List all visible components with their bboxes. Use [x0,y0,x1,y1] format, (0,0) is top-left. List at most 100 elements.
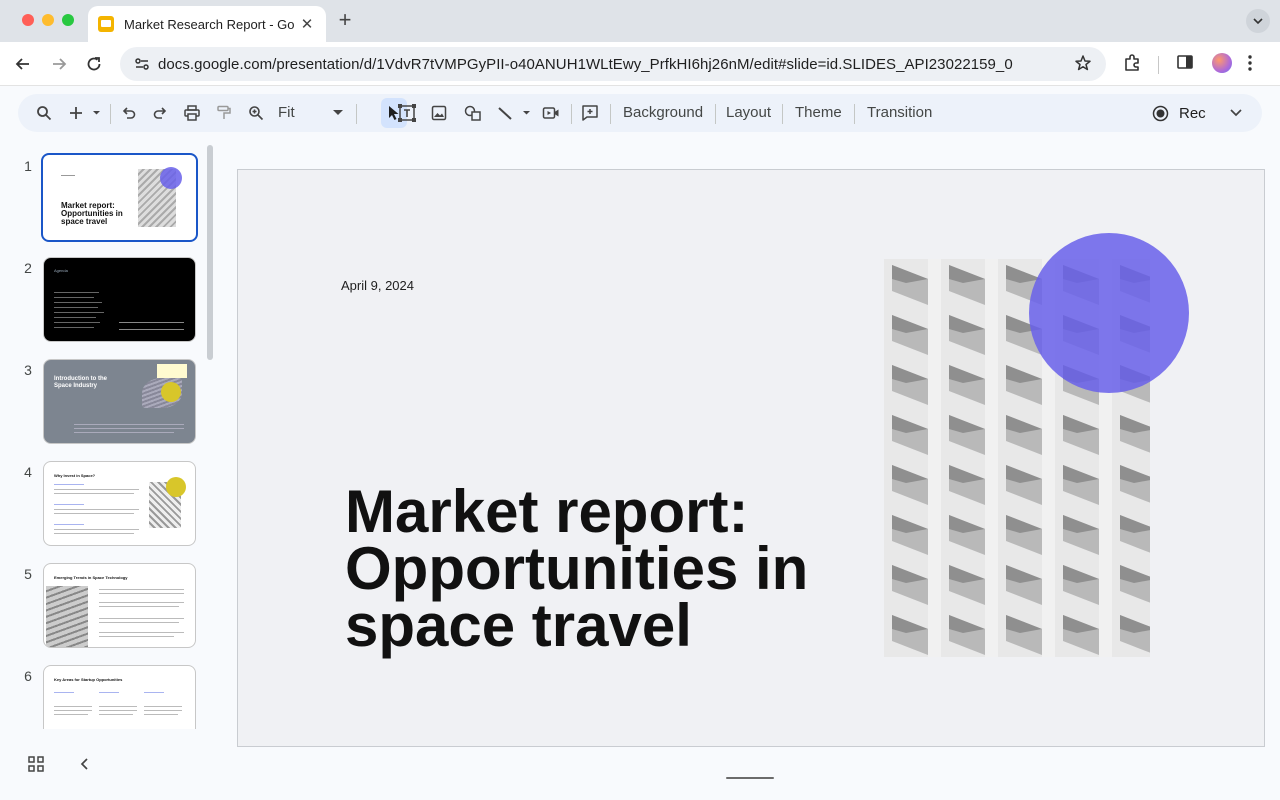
site-settings-icon[interactable] [134,56,150,72]
rec-label: Rec [1179,105,1206,122]
filmstrip-scrollbar[interactable] [207,145,213,360]
thumb-text-line [54,297,94,298]
grid-view-icon[interactable] [27,755,45,778]
theme-button[interactable]: Theme [795,104,842,121]
thumb-text-line [54,489,139,490]
side-panel-icon[interactable] [1176,53,1194,76]
undo-icon[interactable] [119,102,139,124]
toolbar-separator [854,104,855,124]
thumb-text-line [119,329,184,330]
shape-icon[interactable] [463,102,483,124]
thumb-text-line [54,714,88,715]
comment-icon[interactable] [580,102,600,124]
slide-thumbnail-5[interactable]: Emerging Trends in Space Technology [43,563,196,648]
thumb-text-line [54,327,94,328]
new-slide-button[interactable] [68,102,102,124]
toolbar-separator [110,104,111,124]
thumb-heading: Agenda [54,268,68,273]
search-menus-icon[interactable] [34,102,54,124]
thumb-text-line [99,632,184,633]
thumb-title: Why Invest in Space? [54,473,96,478]
back-button[interactable] [12,53,34,75]
line-icon [498,107,530,120]
slide-number: 4 [24,464,32,480]
rec-button[interactable]: Rec [1152,105,1206,122]
extensions-icon[interactable] [1122,53,1142,78]
thumb-text-line [54,302,102,303]
thumb-title: Emerging Trends in Space Technology [54,575,128,580]
chevron-down-icon [1253,18,1263,25]
plus-icon [70,107,100,119]
background-button[interactable]: Background [623,104,703,121]
thumb-text-line [99,710,137,711]
purple-circle-shape[interactable] [1029,233,1189,393]
window-maximize-button[interactable] [62,14,74,26]
window-minimize-button[interactable] [42,14,54,26]
toolbar-separator [571,104,572,124]
slides-toolbar: Fit Background Layout Theme Transition R… [18,94,1262,132]
paint-format-icon[interactable] [214,102,234,124]
line-tool-button[interactable] [496,102,534,124]
thumb-text-line [54,529,139,530]
bookmark-star-icon[interactable] [1074,54,1092,77]
text-box-icon[interactable] [396,102,418,124]
thumb-text-line [54,706,92,707]
slide-thumbnail-3[interactable]: Introduction to the Space Industry [43,359,196,444]
layout-button[interactable]: Layout [726,104,771,121]
slide-number: 6 [24,668,32,684]
thumb-text-line [99,714,133,715]
slide-thumbnail-2[interactable]: Agenda [43,257,196,342]
thumb-text-line [54,307,98,308]
zoom-dropdown-icon[interactable] [332,102,344,124]
tab-title: Market Research Report - Google Slides [124,16,294,32]
thumb-yellow-circle [166,477,186,497]
thumb-text-line [99,593,184,594]
toolbar-separator [715,104,716,124]
address-bar[interactable]: docs.google.com/presentation/d/1VdvR7tVM… [120,47,1106,81]
thumb-text-line [144,710,182,711]
zoom-icon[interactable] [246,102,266,124]
slide-thumbnail-1[interactable]: Market report: Opportunities in space tr… [41,153,198,242]
thumb-text-line [144,714,178,715]
slide-title[interactable]: Market report: Opportunities in space tr… [345,482,905,656]
thumb-text-line [99,706,137,707]
browser-tab[interactable]: Market Research Report - Google Slides ✕ [88,6,326,42]
zoom-select[interactable]: Fit [278,104,295,121]
redo-icon[interactable] [150,102,170,124]
profile-avatar[interactable] [1212,53,1232,73]
new-tab-button[interactable]: + [334,8,356,32]
toolbar-separator [356,104,357,124]
slide-number: 5 [24,566,32,582]
thumb-title: Market report: Opportunities in space tr… [61,201,123,226]
video-icon[interactable] [541,102,561,124]
thumb-text-line [74,428,184,429]
slide-thumbnail-6[interactable]: Key Areas for Startup Opportunities [43,665,196,729]
thumb-text-line [54,524,84,525]
thumb-text-line [144,706,182,707]
toolbar-separator [782,104,783,124]
browser-menu-icon[interactable] [1247,53,1253,78]
slides-favicon-icon [98,16,114,32]
slide-date[interactable]: April 9, 2024 [341,278,414,293]
thumb-text-line [54,292,99,293]
thumb-image [46,586,88,647]
thumb-text-line [54,493,134,494]
thumb-text-line [54,322,100,323]
tab-close-icon[interactable]: ✕ [298,15,316,33]
slide-thumbnail-4[interactable]: Why Invest in Space? [43,461,196,546]
tab-search-button[interactable] [1246,9,1270,33]
slide-canvas[interactable]: April 9, 2024 Market report: Opportuniti… [237,169,1265,747]
window-close-button[interactable] [22,14,34,26]
print-icon[interactable] [182,102,202,124]
thumb-text-line [74,432,174,433]
collapse-menus-icon[interactable] [1226,102,1246,124]
thumb-text-line [54,317,96,318]
transition-button[interactable]: Transition [867,104,932,121]
speaker-notes-handle[interactable] [726,777,774,779]
reload-button[interactable] [83,53,105,75]
image-icon[interactable] [429,102,449,124]
forward-button[interactable] [48,53,70,75]
collapse-filmstrip-icon[interactable] [78,755,92,778]
thumb-purple-circle [160,167,182,189]
thumb-text-line [54,484,84,485]
